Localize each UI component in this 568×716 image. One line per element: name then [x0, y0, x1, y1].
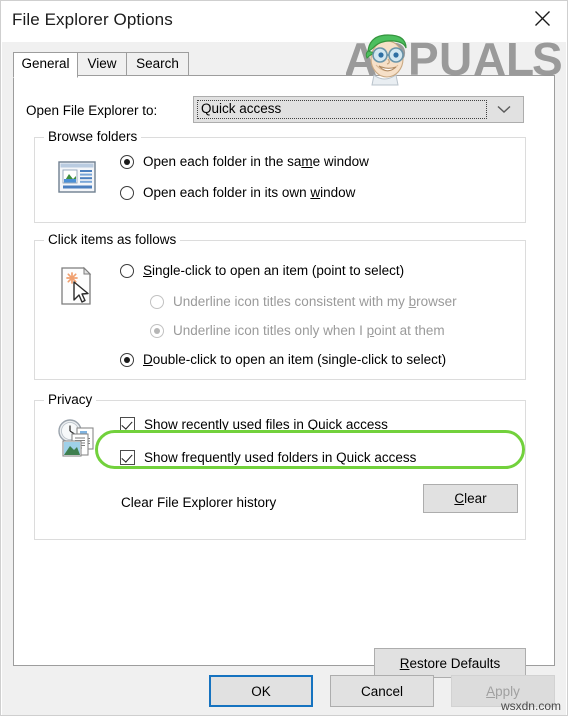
- radio-label-open-same-window: Open each folder in the same window: [143, 154, 369, 169]
- cancel-button-label: Cancel: [360, 683, 404, 699]
- browse-folders-title: Browse folders: [44, 129, 142, 144]
- radio-indicator: [150, 323, 164, 338]
- radio-label-open-own-window: Open each folder in its own window: [143, 185, 356, 200]
- radio-underline-consistent-browser: Underline icon titles consistent with my…: [150, 294, 457, 309]
- tab-search[interactable]: Search: [126, 52, 189, 76]
- radio-double-click[interactable]: Double-click to open an item (single-cli…: [120, 352, 446, 367]
- open-file-explorer-to-label: Open File Explorer to:: [26, 103, 158, 118]
- radio-open-own-window[interactable]: Open each folder in its own window: [120, 185, 355, 200]
- radio-indicator[interactable]: [120, 185, 134, 200]
- radio-open-same-window[interactable]: Open each folder in the same window: [120, 154, 369, 169]
- radio-indicator[interactable]: [120, 154, 134, 169]
- tab-page-general: Open File Explorer to: Quick access Brow…: [13, 75, 555, 678]
- clock-files-icon: [54, 417, 100, 463]
- radio-label-double-click: Double-click to open an item (single-cli…: [143, 352, 447, 367]
- checkbox-indicator[interactable]: [120, 417, 135, 432]
- ok-button[interactable]: OK: [209, 675, 313, 707]
- radio-label-underline-consistent-browser: Underline icon titles consistent with my…: [173, 294, 457, 309]
- radio-indicator[interactable]: [120, 352, 134, 367]
- radio-label-underline-on-point: Underline icon titles only when I point …: [173, 323, 445, 338]
- privacy-group: Privacy Show recently used files in Quic…: [34, 392, 526, 540]
- restore-defaults-label: Restore Defaults: [399, 655, 501, 671]
- dialog-client-area: General View Search Open File Explorer t…: [2, 42, 566, 715]
- radio-indicator[interactable]: [120, 263, 134, 278]
- browse-folders-group: Browse folders Open each folder in the s…: [34, 129, 526, 223]
- checkbox-show-recent-files[interactable]: Show recently used files in Quick access: [120, 417, 388, 432]
- clear-history-label: Clear File Explorer history: [121, 495, 277, 510]
- checkbox-indicator[interactable]: [120, 450, 135, 465]
- checkbox-show-frequent-folders[interactable]: Show frequently used folders in Quick ac…: [120, 450, 416, 465]
- click-items-group: Click items as follows Single-click to o…: [34, 232, 526, 380]
- clear-button[interactable]: Clear: [423, 484, 518, 513]
- pointer-document-icon: [54, 263, 100, 309]
- tab-general[interactable]: General: [13, 52, 78, 78]
- radio-indicator: [150, 294, 164, 309]
- tab-strip: General View Search: [13, 52, 555, 78]
- checkbox-label-show-recent-files: Show recently used files in Quick access: [144, 417, 388, 432]
- privacy-title: Privacy: [44, 392, 97, 407]
- folder-window-icon: [54, 154, 100, 200]
- cancel-button[interactable]: Cancel: [330, 675, 434, 707]
- file-explorer-options-dialog: File Explorer Options General View Searc…: [0, 0, 568, 716]
- checkbox-label-show-frequent-folders: Show frequently used folders in Quick ac…: [144, 450, 417, 465]
- restore-defaults-button[interactable]: Restore Defaults: [374, 648, 526, 678]
- clear-button-label: Clear: [454, 491, 487, 506]
- window-title: File Explorer Options: [12, 10, 173, 29]
- radio-label-single-click: Single-click to open an item (point to s…: [143, 263, 405, 278]
- combo-selected-value: Quick access: [201, 101, 282, 116]
- radio-single-click[interactable]: Single-click to open an item (point to s…: [120, 263, 404, 278]
- ok-button-label: OK: [251, 683, 271, 699]
- radio-underline-on-point: Underline icon titles only when I point …: [150, 323, 445, 338]
- site-watermark: wsxdn.com: [500, 699, 561, 713]
- open-file-explorer-to-dropdown[interactable]: Quick access: [193, 96, 524, 123]
- title-bar: File Explorer Options: [1, 1, 567, 42]
- close-icon[interactable]: [520, 1, 565, 35]
- apply-button-label: Apply: [486, 683, 520, 699]
- click-items-title: Click items as follows: [44, 232, 181, 247]
- chevron-down-icon[interactable]: [491, 97, 517, 122]
- tab-view[interactable]: View: [77, 52, 127, 76]
